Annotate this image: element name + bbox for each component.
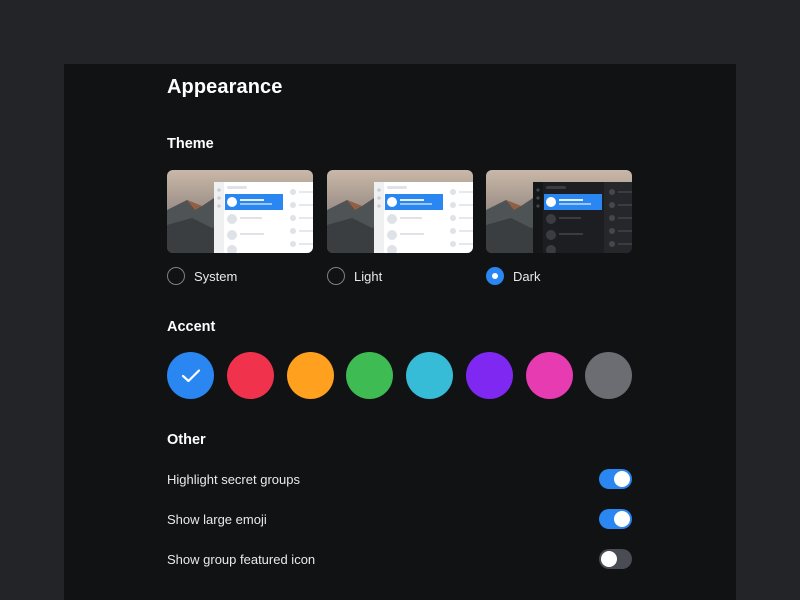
radio-button[interactable] bbox=[167, 267, 185, 285]
theme-option-system[interactable]: System bbox=[167, 170, 313, 285]
setting-label: Highlight secret groups bbox=[167, 472, 300, 487]
setting-label: Show large emoji bbox=[167, 512, 267, 527]
theme-radio-dark[interactable]: Dark bbox=[486, 266, 540, 286]
theme-label-dark: Dark bbox=[513, 268, 541, 284]
theme-radio-light[interactable]: Light bbox=[327, 266, 382, 286]
setting-show-large-emoji: Show large emoji bbox=[167, 509, 632, 531]
accent-swatch-blue[interactable] bbox=[167, 352, 214, 399]
accent-swatch-red[interactable] bbox=[227, 352, 274, 399]
toggle-switch[interactable] bbox=[599, 509, 632, 529]
checkmark-icon bbox=[181, 368, 200, 382]
accent-heading: Accent bbox=[167, 319, 216, 335]
theme-preview-system[interactable] bbox=[167, 170, 313, 255]
other-heading: Other bbox=[167, 432, 206, 448]
toggle-switch[interactable] bbox=[599, 469, 632, 489]
setting-label: Show group featured icon bbox=[167, 552, 316, 567]
toggle-knob bbox=[614, 471, 630, 487]
setting-highlight-secret-groups: Highlight secret groups bbox=[167, 469, 632, 491]
accent-swatch-cyan[interactable] bbox=[406, 352, 453, 399]
toggle-switch[interactable] bbox=[599, 549, 632, 569]
theme-preview-light[interactable] bbox=[327, 170, 473, 255]
theme-radio-system[interactable]: System bbox=[167, 266, 237, 286]
setting-show-group-featured-icon: Show group featured icon bbox=[167, 549, 632, 571]
accent-swatch-green[interactable] bbox=[346, 352, 393, 399]
accent-swatch-purple[interactable] bbox=[466, 352, 513, 399]
page-title: Appearance bbox=[167, 76, 283, 98]
accent-swatch-pink[interactable] bbox=[526, 352, 573, 399]
theme-heading: Theme bbox=[167, 136, 214, 152]
accent-swatch-orange[interactable] bbox=[287, 352, 334, 399]
theme-label-system: System bbox=[194, 268, 238, 284]
theme-option-light[interactable]: Light bbox=[327, 170, 473, 285]
settings-panel: Appearance Theme System Light Dark Accen… bbox=[64, 64, 736, 600]
theme-option-dark[interactable]: Dark bbox=[486, 170, 632, 285]
theme-preview-dark[interactable] bbox=[486, 170, 632, 255]
theme-label-light: Light bbox=[354, 268, 383, 284]
toggle-knob bbox=[601, 551, 617, 567]
radio-button[interactable] bbox=[327, 267, 345, 285]
toggle-knob bbox=[614, 511, 630, 527]
radio-button-selected[interactable] bbox=[486, 267, 504, 285]
accent-swatch-gray[interactable] bbox=[585, 352, 632, 399]
